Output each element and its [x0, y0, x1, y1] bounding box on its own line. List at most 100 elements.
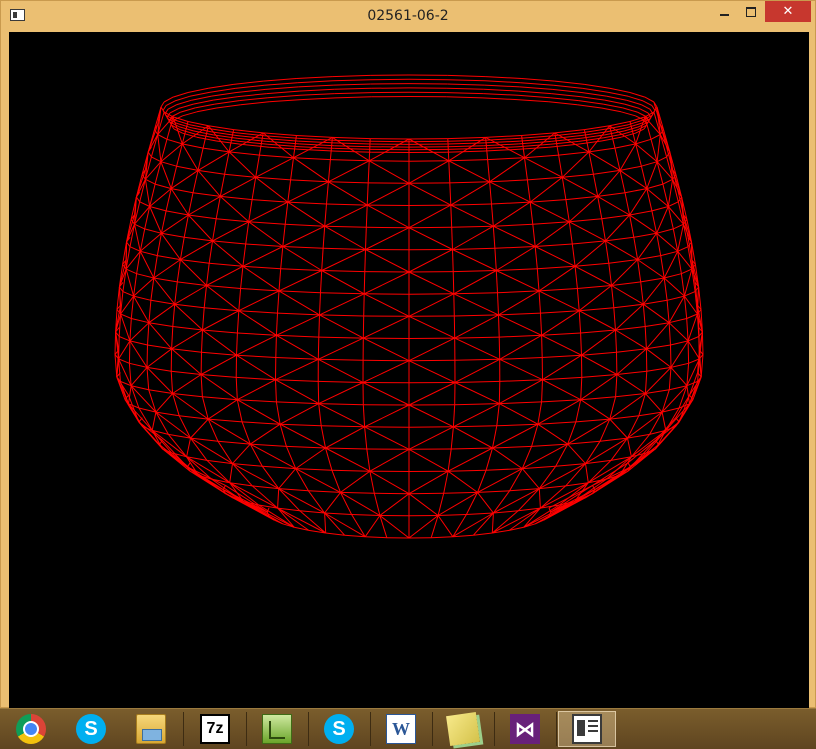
taskbar-7zip[interactable]: 7z — [186, 711, 244, 747]
mesh-edge — [173, 327, 203, 331]
mesh-edge — [555, 81, 585, 84]
mesh-edge — [537, 266, 575, 268]
mesh-edge — [148, 345, 172, 349]
close-button[interactable]: ✕ — [765, 1, 811, 22]
mesh-edge — [446, 151, 482, 152]
mesh-edge — [519, 141, 551, 144]
mesh-edge — [276, 380, 277, 402]
mesh-edge — [550, 98, 579, 101]
mesh-edge — [237, 89, 266, 92]
mesh-edge — [450, 182, 490, 183]
mesh-edge — [579, 286, 611, 311]
taskbar-sticky-notes[interactable] — [434, 711, 492, 747]
mesh-edge — [568, 444, 586, 464]
maximize-icon — [746, 7, 756, 17]
mesh-edge — [499, 380, 542, 404]
mesh-edge — [319, 404, 365, 427]
mesh-edge — [256, 177, 288, 202]
mesh-edge — [202, 397, 237, 400]
render-viewport[interactable] — [9, 32, 809, 708]
mesh-edge — [656, 422, 680, 440]
mesh-edge — [279, 271, 322, 291]
mesh-edge — [249, 202, 288, 222]
taskbar-notepad[interactable] — [248, 711, 306, 747]
mesh-edge — [492, 204, 494, 226]
mesh-edge — [669, 323, 670, 345]
minimize-button[interactable] — [711, 1, 737, 22]
mesh-edge — [628, 434, 650, 438]
mesh-edge — [367, 183, 368, 205]
mesh-edge — [202, 352, 237, 355]
taskbar-file-explorer[interactable] — [122, 711, 180, 747]
mesh-edge — [664, 278, 684, 296]
mesh-edge — [669, 296, 684, 323]
mesh-edge — [291, 158, 294, 180]
mesh-edge — [230, 464, 233, 483]
mesh-edge — [586, 464, 589, 483]
mesh-edge — [488, 160, 490, 182]
mesh-edge — [473, 533, 492, 535]
mesh-edge — [319, 315, 320, 337]
mesh-edge — [409, 449, 448, 471]
mesh-edge — [242, 422, 250, 444]
mesh-edge — [651, 139, 657, 161]
mesh-edge — [366, 205, 367, 227]
taskbar-visual-studio[interactable]: ⋈ — [496, 711, 554, 747]
mesh-edge — [409, 316, 455, 338]
mesh-edge — [252, 177, 256, 199]
mesh-edge — [365, 250, 366, 272]
mesh-edge — [577, 289, 579, 311]
taskbar-active-window[interactable] — [558, 711, 616, 747]
mesh-edge — [283, 247, 323, 249]
mesh-edge — [628, 96, 643, 101]
mesh-edge — [647, 184, 663, 189]
mesh-edge — [606, 241, 609, 263]
title-bar[interactable]: 02561-06-2 ✕ — [1, 1, 815, 31]
mesh-edge — [522, 469, 539, 489]
mesh-edge — [237, 355, 276, 357]
mesh-edge — [297, 138, 333, 140]
mesh-edge — [364, 294, 365, 316]
mesh-edge — [499, 291, 540, 315]
taskbar-skype-2[interactable]: S — [310, 711, 368, 747]
mesh-edge — [322, 271, 365, 294]
mesh-edge — [288, 202, 325, 226]
mesh-edge — [582, 355, 617, 374]
mesh-edge — [158, 135, 161, 162]
taskbar-chrome[interactable] — [2, 711, 60, 747]
mesh-edge — [161, 211, 166, 233]
mesh-edge — [237, 400, 280, 425]
mesh-edge — [409, 161, 449, 184]
mesh-edge — [296, 469, 332, 471]
mesh-edge — [490, 180, 528, 182]
mesh-edge — [335, 148, 372, 149]
mesh-edge — [225, 174, 256, 177]
mesh-edge — [164, 97, 173, 102]
mesh-edge — [285, 202, 288, 224]
maximize-button[interactable] — [738, 1, 764, 22]
mesh-edge — [117, 287, 119, 310]
taskbar-skype[interactable]: S — [62, 711, 120, 747]
mesh-edge — [171, 371, 172, 393]
mesh-edge — [454, 293, 498, 294]
mesh-edge — [490, 182, 531, 202]
mesh-edge — [368, 161, 369, 183]
mesh-edge — [234, 81, 264, 84]
mesh-edge — [171, 189, 188, 215]
mesh-edge — [551, 485, 593, 512]
mesh-edge — [145, 229, 162, 233]
mesh-edge — [485, 81, 521, 83]
mesh-edge — [322, 250, 366, 271]
mesh-edge — [579, 311, 580, 333]
mesh-edge — [669, 319, 687, 323]
mesh-edge — [249, 222, 286, 225]
mesh-edge — [484, 89, 519, 91]
mesh-edge — [363, 361, 409, 383]
mesh-edge — [237, 311, 238, 333]
mesh-edge — [606, 241, 638, 260]
mesh-edge — [276, 380, 319, 404]
taskbar-word[interactable]: W — [372, 711, 430, 747]
mesh-edge — [451, 427, 453, 449]
mesh-edge — [252, 200, 288, 203]
mesh-edge — [201, 375, 237, 400]
